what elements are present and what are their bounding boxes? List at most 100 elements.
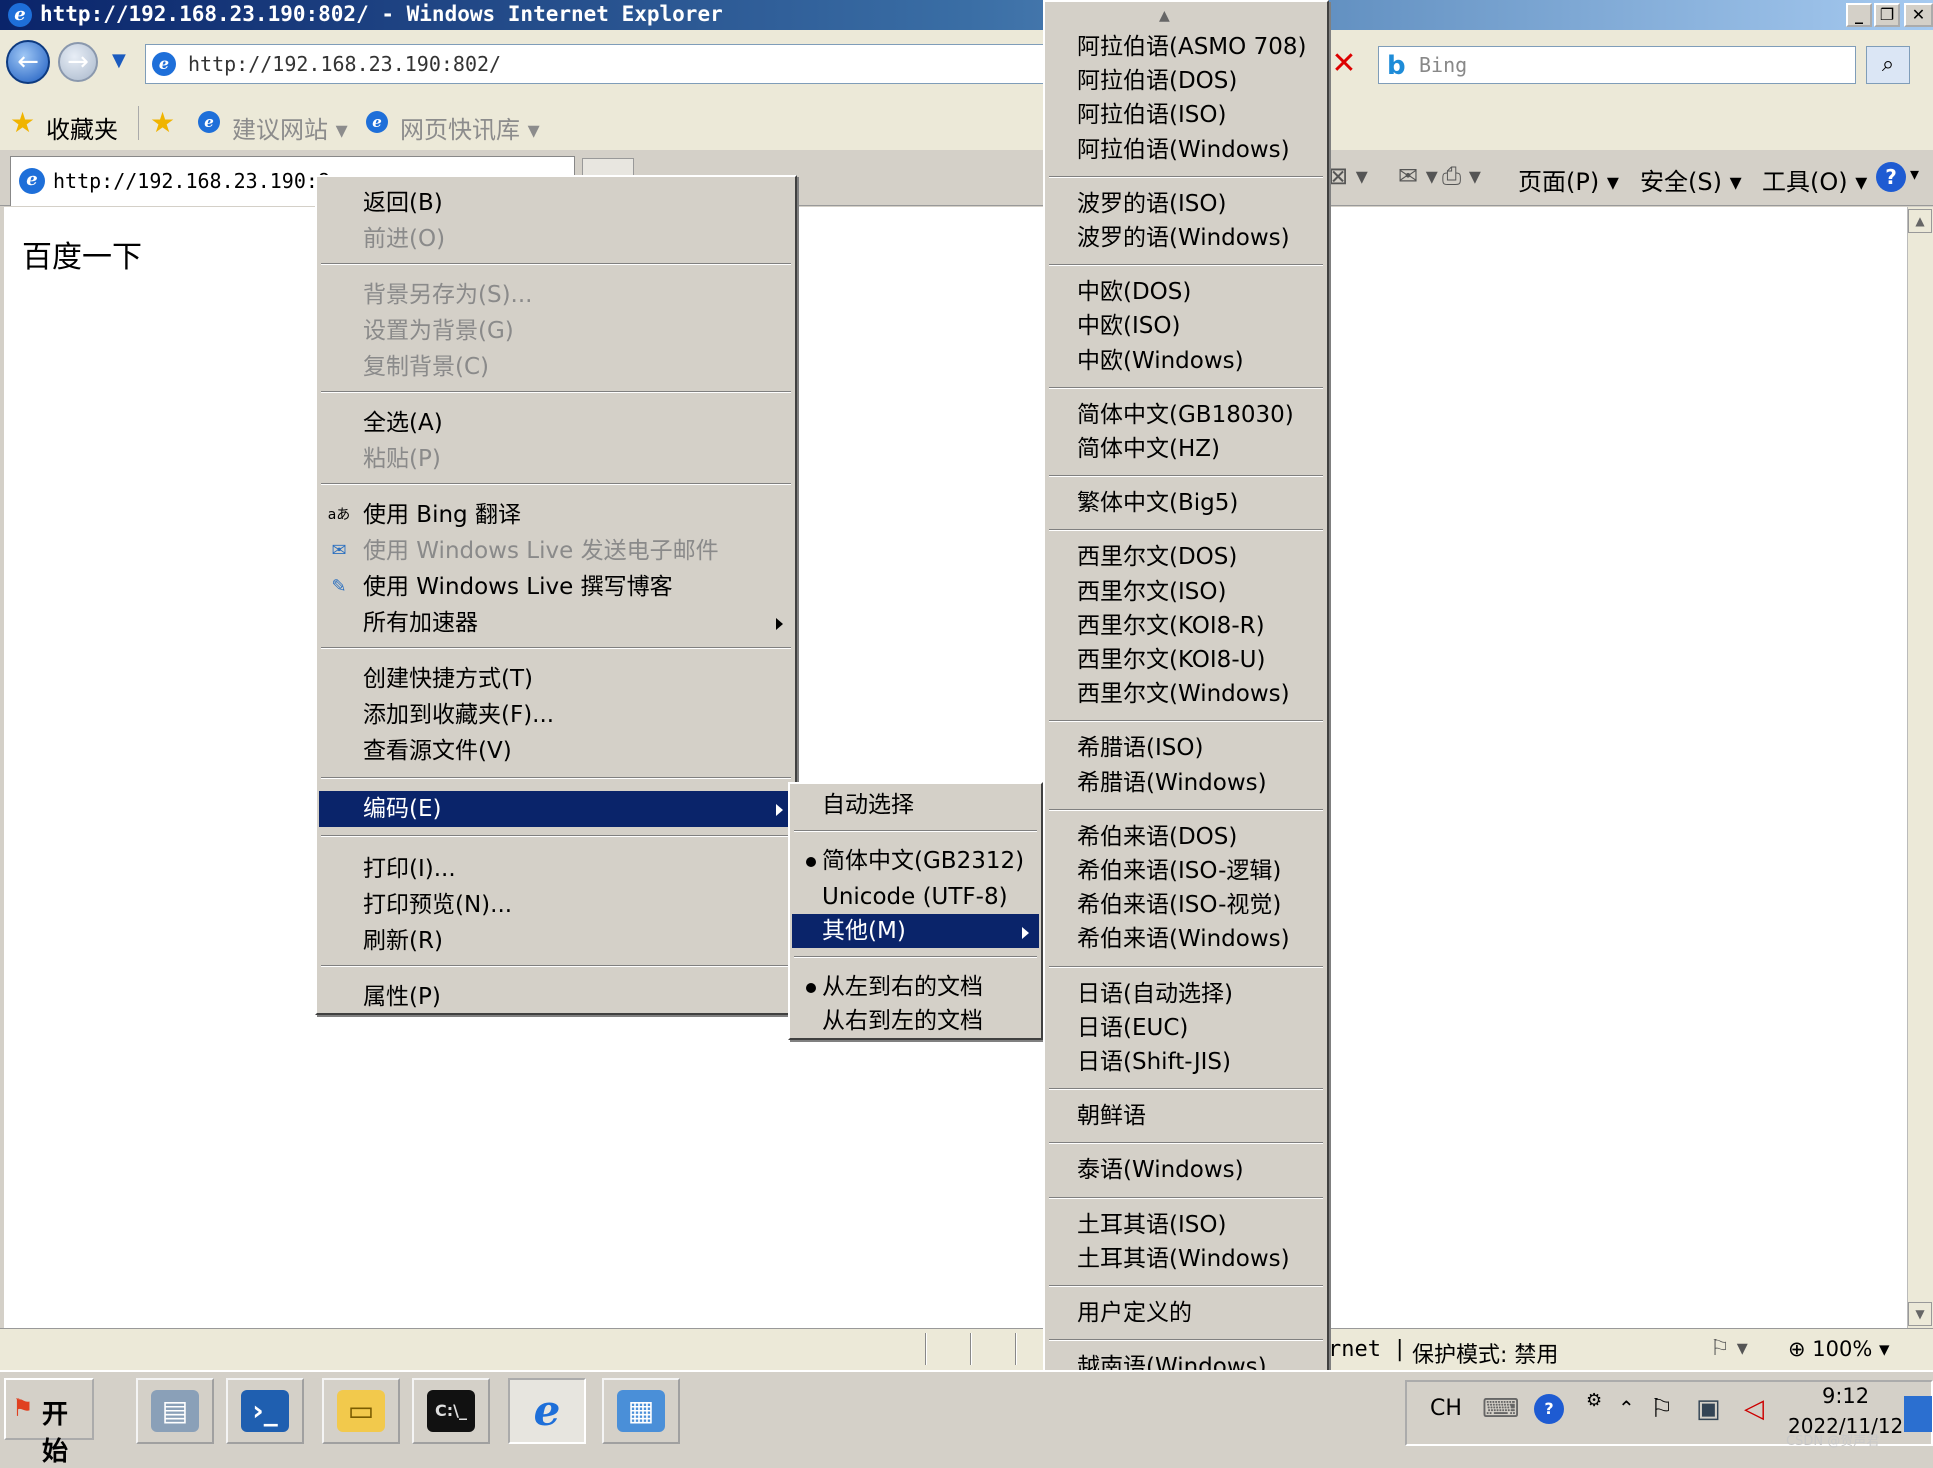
other-encoding-item[interactable]: 中欧(Windows) [1047,344,1325,378]
safety-menu[interactable]: 安全(S) ▾ [1640,162,1742,197]
taskbar-internet-explorer[interactable]: e [508,1378,586,1444]
context-menu-item[interactable]: 使用 Windows Live 撰写博客 ✎ [319,569,793,605]
mail-icon[interactable]: ✉ ▾ [1398,162,1438,190]
other-encoding-item[interactable]: 阿拉伯语(ISO) [1047,98,1325,132]
volume-muted-icon[interactable]: ◁ [1744,1394,1764,1424]
scroll-down-button[interactable]: ▼ [1908,1302,1932,1326]
other-encoding-item[interactable]: 西里尔文(ISO) [1047,575,1325,609]
favorites-button[interactable]: 收藏夹 [46,110,118,145]
context-menu-item[interactable]: 编码(E) [319,791,793,827]
context-menu-item[interactable]: 打印预览(N)... [319,887,793,923]
suggested-sites-link[interactable]: 建议网站 ▾ [232,110,348,145]
other-encoding-item[interactable]: 希腊语(ISO) [1047,731,1325,765]
other-encoding-item[interactable]: 用户定义的 [1047,1296,1325,1330]
other-encoding-item[interactable]: 土耳其语(Windows) [1047,1242,1325,1276]
other-encoding-item[interactable]: 阿拉伯语(Windows) [1047,133,1325,167]
ime-help-icon[interactable]: ? [1534,1394,1564,1424]
other-encoding-item[interactable]: 日语(Shift-JIS) [1047,1045,1325,1079]
keyboard-icon[interactable]: ⌨ [1482,1394,1520,1424]
address-bar[interactable]: e http://192.168.23.190:802/ [145,44,1050,84]
restore-button[interactable]: ❐ [1874,3,1900,27]
web-slice-link[interactable]: 网页快讯库 ▾ [400,110,540,145]
other-encoding-item[interactable]: 波罗的语(ISO) [1047,187,1325,221]
context-menu-item[interactable]: 复制背景(C) [319,349,793,385]
clock-time[interactable]: 9:12 [1822,1384,1869,1408]
other-encoding-item[interactable]: 阿拉伯语(ASMO 708) [1047,30,1325,64]
encoding-item[interactable]: 简体中文(GB2312) [792,844,1039,878]
context-menu-item[interactable]: 使用 Windows Live 发送电子邮件 ✉ [319,533,793,569]
encoding-item[interactable]: 自动选择 [792,788,1039,822]
add-favorite-icon[interactable]: ★ [150,106,175,139]
other-encoding-item[interactable]: 阿拉伯语(DOS) [1047,64,1325,98]
other-encoding-item[interactable]: 希伯来语(ISO-视觉) [1047,888,1325,922]
ime-options-icon[interactable]: ⚙ [1586,1390,1602,1411]
context-menu-item[interactable]: 前进(O) [319,221,793,257]
context-menu-item[interactable]: 使用 Bing 翻译 aあ [319,497,793,533]
other-encoding-item[interactable]: 希腊语(Windows) [1047,766,1325,800]
security-zone-icon[interactable]: ⚐ ▾ [1710,1336,1748,1361]
language-indicator[interactable]: CH [1430,1396,1462,1421]
encoding-item[interactable]: Unicode (UTF-8) [792,880,1039,914]
other-encoding-item[interactable]: 西里尔文(DOS) [1047,540,1325,574]
stop-button[interactable]: ✕ [1326,48,1362,82]
encoding-item[interactable]: 其他(M) [792,914,1039,948]
feeds-icon[interactable]: ⊠ ▾ [1328,162,1368,190]
other-encoding-item[interactable]: 波罗的语(Windows) [1047,221,1325,255]
other-encoding-item[interactable]: 西里尔文(KOI8-R) [1047,609,1325,643]
action-center-flag-icon[interactable]: ⚐ [1650,1394,1673,1424]
menu-scroll-up-arrow[interactable]: ▲ [1159,8,1170,24]
other-encoding-item[interactable]: 中欧(DOS) [1047,275,1325,309]
other-encoding-item[interactable]: 日语(自动选择) [1047,977,1325,1011]
show-desktop-button[interactable] [1904,1396,1932,1432]
other-encoding-item[interactable]: 西里尔文(Windows) [1047,677,1325,711]
context-menu-item[interactable]: 返回(B) [319,185,793,221]
tools-menu[interactable]: 工具(O) ▾ [1762,162,1867,197]
taskbar-cmd[interactable]: C:\_ [412,1378,490,1444]
context-menu-item[interactable]: 设置为背景(G) [319,313,793,349]
context-menu-item[interactable]: 属性(P) [319,979,793,1015]
other-encoding-item[interactable]: 希伯来语(Windows) [1047,922,1325,956]
context-menu-item[interactable]: 全选(A) [319,405,793,441]
encoding-item[interactable]: 从右到左的文档 [792,1004,1039,1038]
other-encoding-item[interactable]: 日语(EUC) [1047,1011,1325,1045]
other-encoding-item[interactable]: 繁体中文(Big5) [1047,486,1325,520]
context-menu-item[interactable]: 所有加速器 [319,605,793,641]
other-encoding-item[interactable]: 中欧(ISO) [1047,309,1325,343]
other-encoding-item[interactable]: 希伯来语(ISO-逻辑) [1047,854,1325,888]
vertical-scrollbar[interactable]: ▲ ▼ [1907,207,1933,1328]
context-menu-item[interactable]: 背景另存为(S)... [319,277,793,313]
address-input[interactable]: http://192.168.23.190:802/ [188,52,501,76]
zoom-control[interactable]: ⊕ 100% ▾ [1788,1337,1890,1361]
forward-button[interactable]: → [58,42,98,82]
context-menu-item[interactable]: 创建快捷方式(T) [319,661,793,697]
other-encoding-item[interactable]: 朝鲜语 [1047,1099,1325,1133]
encoding-item[interactable]: 从左到右的文档 [792,970,1039,1004]
context-menu-item[interactable]: 刷新(R) [319,923,793,959]
search-input[interactable]: Bing [1419,53,1467,77]
other-encoding-item[interactable]: 西里尔文(KOI8-U) [1047,643,1325,677]
network-tray-icon[interactable]: ▣ [1696,1394,1721,1424]
other-encoding-item[interactable]: 简体中文(HZ) [1047,432,1325,466]
minimize-button[interactable]: _ [1846,3,1872,27]
recent-pages-dropdown[interactable]: ▼ [112,50,126,71]
taskbar-explorer[interactable]: ▭ [322,1378,400,1444]
scroll-up-button[interactable]: ▲ [1908,209,1932,233]
context-menu-item[interactable]: 打印(I)... [319,851,793,887]
taskbar-server-manager[interactable]: ▤ [136,1378,214,1444]
context-menu-item[interactable]: 添加到收藏夹(F)... [319,697,793,733]
page-content[interactable] [4,207,1907,1328]
other-encoding-item[interactable]: 泰语(Windows) [1047,1153,1325,1187]
context-menu-item[interactable]: 粘贴(P) [319,441,793,477]
taskbar-powershell[interactable]: ›_ [226,1378,304,1444]
page-menu[interactable]: 页面(P) ▾ [1518,162,1619,197]
other-encoding-item[interactable]: 土耳其语(ISO) [1047,1208,1325,1242]
other-encoding-item[interactable]: 简体中文(GB18030) [1047,398,1325,432]
context-menu-item[interactable]: 查看源文件(V) [319,733,793,769]
start-button[interactable]: ⚑ 开始 [4,1378,94,1467]
help-icon[interactable]: ? [1876,162,1906,192]
taskbar-network[interactable]: ▦ [602,1378,680,1444]
other-encoding-item[interactable]: 希伯来语(DOS) [1047,820,1325,854]
back-button[interactable]: ← [6,40,50,84]
search-button[interactable]: ⌕ [1866,46,1910,84]
print-icon[interactable]: ⎙ ▾ [1442,162,1481,190]
